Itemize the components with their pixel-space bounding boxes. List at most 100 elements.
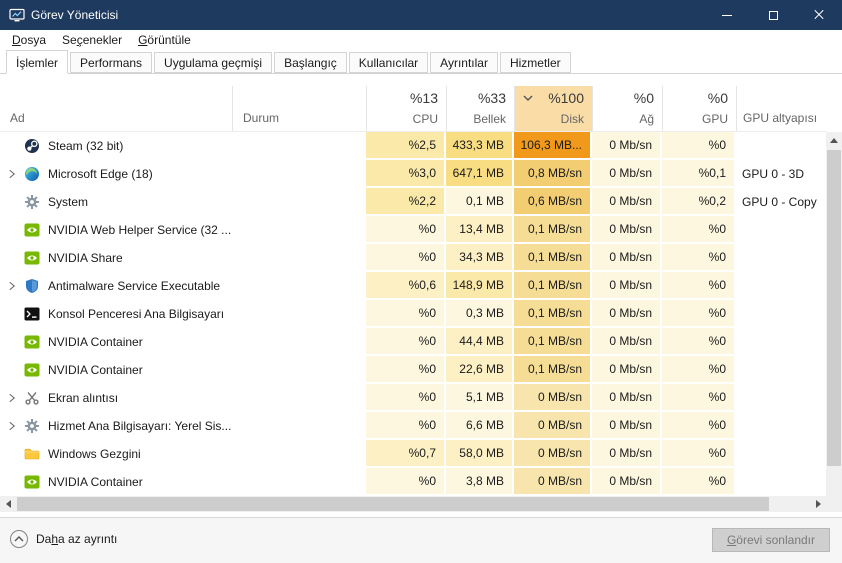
- chevron-up-circle-icon: [10, 530, 28, 548]
- scroll-right-arrow[interactable]: [810, 496, 826, 512]
- cpu-cell: %0: [366, 244, 446, 272]
- triangle-up-icon: [830, 137, 838, 143]
- expand-chevron-icon[interactable]: [0, 160, 24, 188]
- menu-goruntule[interactable]: Görüntüle: [130, 31, 199, 49]
- network-cell: 0 Mb/sn: [592, 384, 662, 412]
- triangle-left-icon: [5, 500, 11, 508]
- gpu-engine-cell: GPU 0 - 3D: [742, 167, 805, 181]
- column-header-disk[interactable]: %100 Disk: [514, 86, 592, 131]
- column-header-gpu[interactable]: %0 GPU: [662, 86, 736, 131]
- gpu-engine-cell: [736, 328, 826, 356]
- maximize-button[interactable]: [750, 0, 796, 30]
- memory-cell: 433,3 MB: [446, 132, 514, 160]
- folder-icon: [24, 446, 40, 462]
- column-header-name[interactable]: Ad: [0, 86, 232, 131]
- details-toggle[interactable]: Daha az ayrıntı: [10, 530, 117, 548]
- end-task-button[interactable]: Görevi sonlandır: [711, 528, 830, 552]
- process-row[interactable]: Konsol Penceresi Ana Bilgisayarı %0 0,3 …: [0, 300, 826, 328]
- process-row[interactable]: NVIDIA Container %0 3,8 MB 0 MB/sn 0 Mb/…: [0, 468, 826, 496]
- minimize-button[interactable]: [704, 0, 750, 30]
- process-name-cell: NVIDIA Web Helper Service (32 ...: [0, 216, 232, 244]
- process-row[interactable]: NVIDIA Share %0 34,3 MB 0,1 MB/sn 0 Mb/s…: [0, 244, 826, 272]
- gpu-engine-cell: [736, 300, 826, 328]
- tab-baslangic[interactable]: Başlangıç: [274, 52, 347, 73]
- vertical-scrollbar[interactable]: [826, 132, 842, 512]
- tab-performans[interactable]: Performans: [70, 52, 153, 73]
- memory-cell: 58,0 MB: [446, 440, 514, 468]
- menu-dosya[interactable]: Dosya: [4, 31, 54, 49]
- process-name: NVIDIA Container: [48, 475, 143, 489]
- process-row[interactable]: Ekran alıntısı %0 5,1 MB 0 MB/sn 0 Mb/sn…: [0, 384, 826, 412]
- process-row[interactable]: System %2,2 0,1 MB 0,6 MB/sn 0 Mb/sn %0,…: [0, 188, 826, 216]
- network-cell: 0 Mb/sn: [592, 356, 662, 384]
- process-row[interactable]: NVIDIA Web Helper Service (32 ... %0 13,…: [0, 216, 826, 244]
- scroll-up-arrow[interactable]: [826, 132, 842, 148]
- process-name-cell: NVIDIA Container: [0, 356, 232, 384]
- cpu-cell: %0: [366, 216, 446, 244]
- disk-cell: 106,3 MB...: [514, 132, 592, 160]
- gpu-cell: %0: [662, 132, 736, 160]
- process-row[interactable]: NVIDIA Container %0 44,4 MB 0,1 MB/sn 0 …: [0, 328, 826, 356]
- network-cell: 0 Mb/sn: [592, 468, 662, 496]
- column-header-gpu-engine[interactable]: GPU altyapısı: [736, 86, 826, 131]
- network-cell: 0 Mb/sn: [592, 440, 662, 468]
- process-row[interactable]: Steam (32 bit) %2,5 433,3 MB 106,3 MB...…: [0, 132, 826, 160]
- disk-cell: 0,1 MB/sn: [514, 216, 592, 244]
- process-name-cell: NVIDIA Container: [0, 328, 232, 356]
- gpu-engine-cell: [736, 468, 826, 496]
- process-row[interactable]: Antimalware Service Executable %0,6 148,…: [0, 272, 826, 300]
- gpu-engine-cell: [736, 216, 826, 244]
- network-cell: 0 Mb/sn: [592, 188, 662, 216]
- tab-islemler[interactable]: İşlemler: [6, 50, 69, 74]
- window-title: Görev Yöneticisi: [31, 8, 119, 22]
- expand-chevron-icon[interactable]: [0, 412, 24, 440]
- network-cell: 0 Mb/sn: [592, 328, 662, 356]
- network-cell: 0 Mb/sn: [592, 300, 662, 328]
- memory-cell: 0,1 MB: [446, 188, 514, 216]
- expand-chevron-icon[interactable]: [0, 272, 24, 300]
- expand-chevron-icon[interactable]: [0, 384, 24, 412]
- process-name: Microsoft Edge (18): [48, 167, 153, 181]
- details-toggle-label: Daha az ayrıntı: [36, 532, 118, 546]
- nvidia-icon: [24, 222, 40, 238]
- process-status: [232, 272, 366, 300]
- close-button[interactable]: [796, 0, 842, 30]
- horizontal-scroll-thumb[interactable]: [17, 497, 769, 511]
- gpu-cell: %0: [662, 244, 736, 272]
- column-header-cpu[interactable]: %13 CPU: [366, 86, 446, 131]
- tab-strip: İşlemler Performans Uygulama geçmişi Baş…: [0, 50, 842, 74]
- vertical-scroll-thumb[interactable]: [827, 150, 841, 466]
- horizontal-scrollbar[interactable]: [0, 496, 826, 512]
- nvidia-icon: [24, 362, 40, 378]
- memory-cell: 22,6 MB: [446, 356, 514, 384]
- gpu-engine-cell: [736, 132, 826, 160]
- tab-uygulama-gecmisi[interactable]: Uygulama geçmişi: [154, 52, 273, 73]
- memory-cell: 34,3 MB: [446, 244, 514, 272]
- process-name-cell: Ekran alıntısı: [0, 384, 232, 412]
- process-name-cell: Antimalware Service Executable: [0, 272, 232, 300]
- process-row[interactable]: Hizmet Ana Bilgisayarı: Yerel Sis... %0 …: [0, 412, 826, 440]
- process-name: Antimalware Service Executable: [48, 279, 221, 293]
- column-header-status[interactable]: Durum: [232, 86, 366, 131]
- gpu-cell: %0: [662, 300, 736, 328]
- menu-secenekler[interactable]: Seçenekler: [54, 31, 130, 49]
- process-status: [232, 412, 366, 440]
- process-row[interactable]: Microsoft Edge (18) %3,0 647,1 MB 0,8 MB…: [0, 160, 826, 188]
- column-header-network[interactable]: %0 Ağ: [592, 86, 662, 131]
- disk-cell: 0,1 MB/sn: [514, 244, 592, 272]
- console-icon: [24, 306, 40, 322]
- process-row[interactable]: NVIDIA Container %0 22,6 MB 0,1 MB/sn 0 …: [0, 356, 826, 384]
- scroll-left-arrow[interactable]: [0, 496, 16, 512]
- process-name-cell: Hizmet Ana Bilgisayarı: Yerel Sis...: [0, 412, 232, 440]
- column-header-memory[interactable]: %33 Bellek: [446, 86, 514, 131]
- disk-cell: 0,1 MB/sn: [514, 328, 592, 356]
- tab-ayrintilar[interactable]: Ayrıntılar: [430, 52, 498, 73]
- tab-kullanicilar[interactable]: Kullanıcılar: [348, 52, 429, 73]
- tab-hizmetler[interactable]: Hizmetler: [499, 52, 571, 73]
- gpu-cell: %0: [662, 384, 736, 412]
- cpu-cell: %0: [366, 356, 446, 384]
- process-row[interactable]: Windows Gezgini %0,7 58,0 MB 0 MB/sn 0 M…: [0, 440, 826, 468]
